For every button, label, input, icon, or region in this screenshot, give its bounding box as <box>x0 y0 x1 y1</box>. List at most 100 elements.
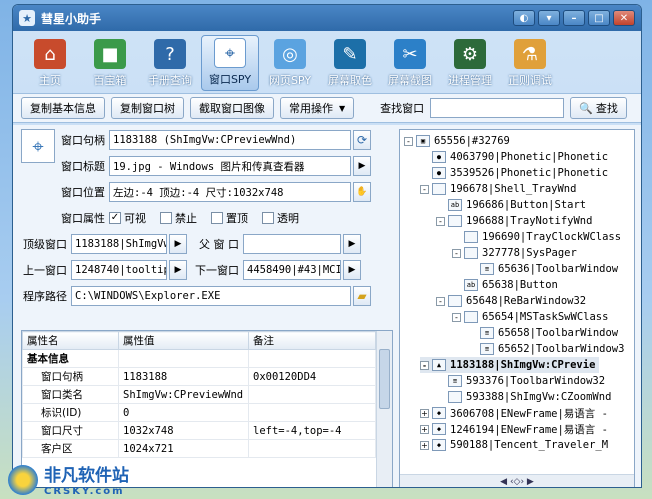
menu-button[interactable]: ▾ <box>538 10 560 26</box>
table-row[interactable]: 窗口类名 ShImgVw:CPreviewWnd <box>22 385 376 404</box>
top-window-label: 顶级窗口 <box>23 238 67 251</box>
toolbar-icon: ≡ <box>480 327 494 339</box>
visible-checkbox[interactable]: ✓ 可视 <box>109 210 146 226</box>
collapse-icon[interactable]: - <box>404 136 413 146</box>
topmost-checkbox[interactable]: 置顶 <box>211 210 248 226</box>
table-row[interactable]: 窗口句柄 1183188 0x00120DD4 <box>22 367 376 386</box>
checkmark-icon: ✓ <box>109 212 121 224</box>
tree-node[interactable]: ≡ 65652|ToolbarWindow3 <box>468 341 624 357</box>
table-row[interactable]: 窗口尺寸 1032x748 left=-4,top=-4 <box>22 421 376 440</box>
arrow-right-icon[interactable]: ▶ <box>343 234 361 254</box>
tree-node-label: 1183188|ShImgVw:CPrevie <box>450 359 596 371</box>
tree-node[interactable]: ≡ 65658|ToolbarWindow <box>468 325 618 341</box>
tree-node[interactable]: - 65648|ReBarWindow32 <box>436 293 586 309</box>
title-field[interactable]: 19.jpg - Windows 图片和传真查看器 <box>109 156 351 176</box>
grid-header-value[interactable]: 属性值 <box>118 331 249 350</box>
toolbar-icon: ≡ <box>448 375 462 387</box>
handle-field[interactable]: 1183188 (ShImgVw:CPreviewWnd) <box>109 130 351 150</box>
maximize-button[interactable]: □ <box>588 10 610 26</box>
find-button[interactable]: 🔍 查找 <box>570 97 627 119</box>
expand-icon[interactable]: + <box>420 424 429 434</box>
tool-regex-debug[interactable]: ⚗ 正则调试 <box>501 35 559 91</box>
close-button[interactable]: ✕ <box>613 10 635 26</box>
expand-icon[interactable]: + <box>420 440 429 450</box>
tool-process-manager[interactable]: ⚙ 进程管理 <box>441 35 499 91</box>
tree-node[interactable]: 196690|TrayClockWClass <box>452 229 621 245</box>
app-icon: ◆ <box>432 439 446 451</box>
tool-treasure-box[interactable]: ■ 百宝箱 <box>81 35 139 91</box>
tree-node[interactable]: - 327778|SysPager <box>452 245 577 261</box>
watermark: 非凡软件站 CRSKY.com <box>0 459 170 499</box>
copy-basic-info-button[interactable]: 复制基本信息 <box>21 97 105 119</box>
tree-node[interactable]: ≡ 65636|ToolbarWindow <box>468 261 618 277</box>
grid-scrollbar[interactable] <box>376 331 392 487</box>
comet-app-icon: ★ <box>19 10 35 26</box>
tool-window-spy[interactable]: ⌖ 窗口SPY <box>201 35 259 91</box>
image-viewer-icon: ▲ <box>432 359 446 371</box>
tree-node[interactable]: - ▣ 65556|#32769 <box>404 133 510 149</box>
common-ops-dropdown[interactable]: 常用操作 ▼ <box>280 97 355 119</box>
path-field[interactable]: C:\WINDOWS\Explorer.EXE <box>71 286 351 306</box>
next-window-field[interactable]: 4458490|#43|MCI <box>243 260 341 280</box>
scrollbar-thumb[interactable] <box>379 349 390 409</box>
tree-node[interactable]: 593388|ShImgVw:CZoomWnd <box>436 389 611 405</box>
tree-node[interactable]: ab 196686|Button|Start <box>436 197 586 213</box>
magnifier-icon: 🔍 <box>579 101 593 115</box>
refresh-icon[interactable]: ⟳ <box>353 130 371 150</box>
arrow-right-icon[interactable]: ▶ <box>353 156 371 176</box>
collapse-icon[interactable]: - <box>420 184 429 194</box>
tree-node[interactable]: - 65654|MSTaskSwWClass <box>452 309 608 325</box>
capture-window-image-button[interactable]: 截取窗口图像 <box>190 97 274 119</box>
find-window-input[interactable] <box>430 98 565 118</box>
prev-window-field[interactable]: 1248740|tooltips <box>71 260 167 280</box>
copy-window-tree-button[interactable]: 复制窗口树 <box>111 97 184 119</box>
disabled-checkbox[interactable]: 禁止 <box>160 210 197 226</box>
crosshair-target-icon[interactable]: ⌖ <box>21 129 55 163</box>
tool-web-spy[interactable]: ◎ 网页SPY <box>261 35 319 91</box>
collapse-icon[interactable]: - <box>436 216 445 226</box>
tree-node[interactable]: ● 4063790|Phonetic|Phonetic <box>420 149 608 165</box>
tool-screenshot[interactable]: ✂ 屏幕截图 <box>381 35 439 91</box>
arrow-right-icon[interactable]: ▶ <box>169 260 187 280</box>
grid-section-row[interactable]: 基本信息 <box>22 349 376 368</box>
table-row[interactable]: 标识(ID) 0 <box>22 403 376 422</box>
tree-node[interactable]: ab 65638|Button <box>452 277 558 293</box>
transparent-checkbox[interactable]: 透明 <box>262 210 299 226</box>
parent-window-field[interactable] <box>243 234 341 254</box>
tree-node[interactable]: ≡ 593376|ToolbarWindow32 <box>436 373 605 389</box>
tree-node[interactable]: + ◆ 3606708|ENewFrame|易语言 - <box>420 405 608 421</box>
collapse-icon[interactable]: - <box>420 360 429 370</box>
hand-drag-icon[interactable]: ✋ <box>353 182 371 202</box>
tree-node[interactable]: - 196688|TrayNotifyWnd <box>436 213 592 229</box>
tree-node[interactable]: - ▲ 1183188|ShImgVw:CPrevie <box>420 357 600 373</box>
tree-node[interactable]: - 196678|Shell_TrayWnd <box>420 181 576 197</box>
minimize-button[interactable]: – <box>563 10 585 26</box>
skin-button[interactable]: ◐ <box>513 10 535 26</box>
tool-manual[interactable]: ? 手册查询 <box>141 35 199 91</box>
tool-home[interactable]: ⌂ 主页 <box>21 35 79 91</box>
position-field[interactable]: 左边:-4 顶边:-4 尺寸:1032x748 <box>109 182 351 202</box>
folder-icon[interactable]: ▰ <box>353 286 371 306</box>
collapse-icon[interactable]: - <box>452 248 461 258</box>
tree-node-label: 65658|ToolbarWindow <box>498 327 619 339</box>
arrow-right-icon[interactable]: ▶ <box>169 234 187 254</box>
grid-header-note[interactable]: 备注 <box>248 331 376 350</box>
top-window-field[interactable]: 1183188|ShImgVw: <box>71 234 167 254</box>
tree-node[interactable]: ● 3539526|Phonetic|Phonetic <box>420 165 608 181</box>
tree-node[interactable]: + ◆ 590188|Tencent_Traveler_M <box>420 437 608 453</box>
collapse-icon[interactable]: - <box>452 312 461 322</box>
arrow-right-icon[interactable]: ▶ <box>343 260 361 280</box>
collapse-icon[interactable]: - <box>436 296 445 306</box>
regex-debug-icon: ⚗ <box>514 39 546 69</box>
table-row[interactable]: 客户区 1024x721 <box>22 439 376 458</box>
tool-color-picker[interactable]: ✎ 屏幕取色 <box>321 35 379 91</box>
ime-icon: ● <box>432 167 446 179</box>
tree-node[interactable]: + ◆ 1246194|ENewFrame|易语言 - <box>420 421 608 437</box>
grid-section-label: 基本信息 <box>22 349 119 368</box>
expand-icon[interactable]: + <box>420 408 429 418</box>
grid-header-name[interactable]: 属性名 <box>22 331 119 350</box>
tree-horizontal-scrollbar[interactable]: ◀ ‹◇› ▶ <box>400 474 634 487</box>
